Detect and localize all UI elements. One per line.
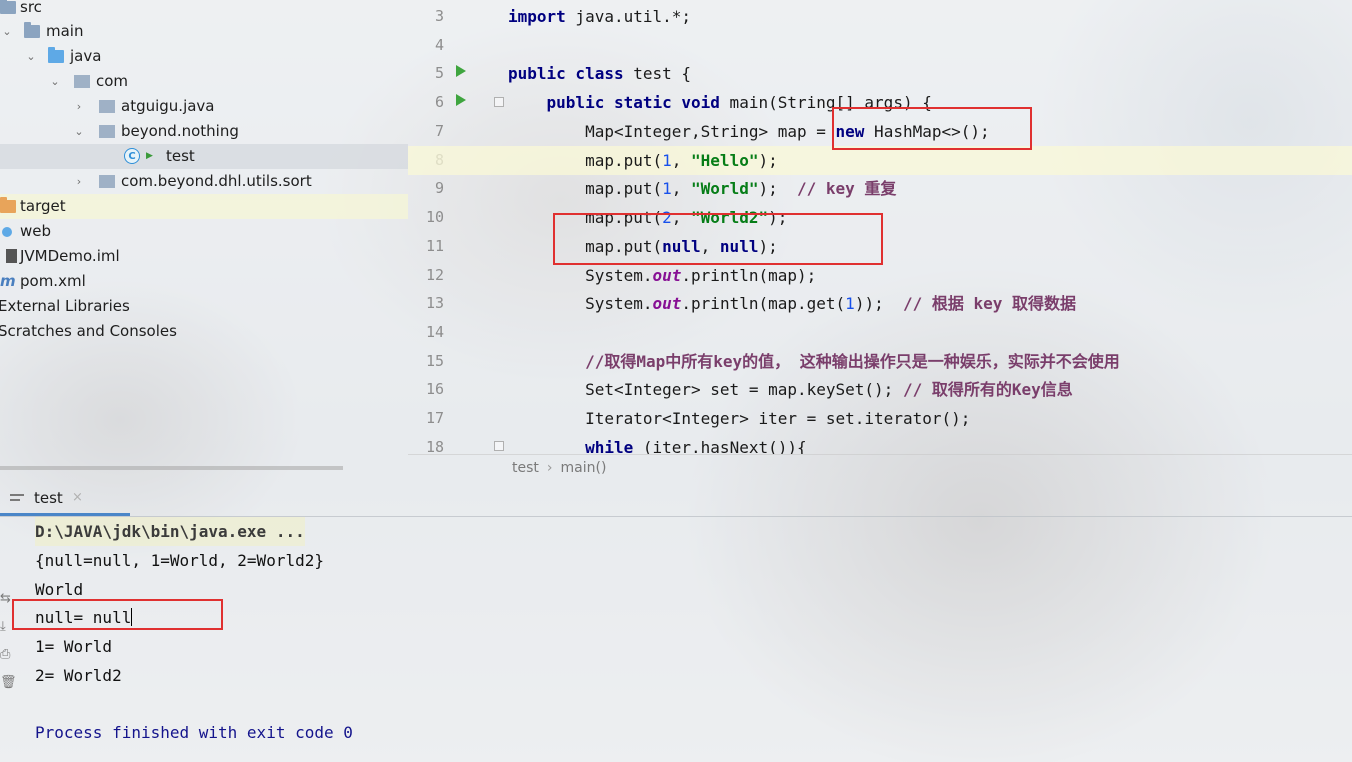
code-line-15[interactable]: //取得Map中所有key的值， 这种输出操作只是一种娱乐，实际并不会使用: [508, 347, 1352, 376]
tree-item-web[interactable]: web: [0, 219, 408, 244]
soft-wrap-icon[interactable]: ⇆: [0, 592, 12, 606]
project-tree-horizontal-scrollbar[interactable]: [0, 466, 343, 470]
code-line-13[interactable]: System.out.println(map.get(1)); // 根据 ke…: [508, 289, 1352, 318]
run-class-gutter-icon[interactable]: [456, 65, 466, 77]
console-command-line[interactable]: D:\JAVA\jdk\bin\java.exe ...: [35, 517, 305, 546]
annotation-box-null-output: [12, 599, 223, 630]
line-number: 3: [434, 7, 444, 25]
annotation-box-null-put: [553, 213, 883, 265]
breadcrumb: test › main(): [408, 454, 1352, 480]
line-number: 6: [434, 93, 444, 112]
tree-item-src[interactable]: src: [0, 0, 408, 20]
package-icon: [99, 125, 115, 138]
code-line-3[interactable]: import java.util.*;: [508, 2, 1352, 31]
tab-run-test[interactable]: test ×: [0, 480, 130, 516]
tree-item-main[interactable]: ⌄ main: [0, 19, 408, 44]
maven-icon: m: [0, 272, 16, 290]
tree-item-utils-sort[interactable]: › com.beyond.dhl.utils.sort: [0, 169, 408, 194]
web-folder-icon: [2, 227, 12, 237]
chevron-right-icon[interactable]: ›: [72, 169, 86, 194]
tab-label: test: [34, 489, 63, 507]
tree-item-beyond-nothing[interactable]: ⌄ beyond.nothing: [0, 119, 408, 144]
line-number: 16: [425, 380, 444, 399]
annotation-box-hashmap: [832, 107, 1032, 150]
line-number: 14: [425, 323, 444, 342]
run-main-gutter-icon[interactable]: [456, 94, 466, 106]
fold-marker-icon[interactable]: [494, 441, 504, 451]
code-line-16[interactable]: Set<Integer> set = map.keySet(); // 取得所有…: [508, 375, 1352, 404]
tree-item-java[interactable]: ⌄ java: [0, 44, 408, 69]
line-number: 12: [425, 265, 444, 284]
tree-item-atguigu-java[interactable]: › atguigu.java: [0, 94, 408, 119]
code-line-9[interactable]: map.put(1, "World"); // key 重复: [508, 174, 1352, 203]
code-line-17[interactable]: Iterator<Integer> iter = set.iterator();: [508, 404, 1352, 433]
fold-marker-icon[interactable]: [494, 97, 504, 107]
scroll-to-end-icon[interactable]: ⤓: [0, 620, 12, 634]
line-number: 10: [425, 208, 444, 227]
line-number: 15: [425, 351, 444, 370]
console-exit-line: Process finished with exit code 0: [35, 723, 353, 742]
tree-item-jvmdemo-iml[interactable]: JVMDemo.iml: [0, 244, 408, 269]
breadcrumb-class[interactable]: test: [512, 460, 539, 476]
runnable-class-icon: ▶: [146, 151, 153, 161]
run-tab-bar: test ×: [0, 480, 1352, 517]
clear-all-icon[interactable]: 🗑: [0, 676, 17, 690]
chevron-right-icon[interactable]: ›: [72, 94, 86, 119]
chevron-down-icon[interactable]: ⌄: [24, 44, 38, 69]
folder-icon: [0, 0, 16, 14]
tree-item-target[interactable]: target: [0, 194, 408, 219]
package-icon: [99, 175, 115, 188]
line-number: 7: [434, 121, 444, 140]
tree-item-test[interactable]: C ▶ test: [0, 144, 408, 169]
print-icon[interactable]: ⎙: [0, 648, 12, 662]
tree-item-scratches[interactable]: Scratches and Consoles: [0, 319, 408, 344]
breadcrumb-separator-icon: ›: [546, 460, 553, 476]
code-line-14[interactable]: [508, 318, 1352, 347]
code-line-4[interactable]: [508, 31, 1352, 60]
line-number: 11: [425, 236, 444, 255]
chevron-down-icon[interactable]: ⌄: [72, 119, 86, 144]
line-number: 4: [434, 35, 444, 54]
line-number: 5: [434, 64, 444, 83]
run-config-icon: [10, 492, 24, 503]
excluded-folder-icon: [0, 197, 16, 213]
line-number: 9: [434, 179, 444, 198]
package-icon: [99, 100, 115, 113]
source-folder-icon: [48, 47, 64, 63]
iml-file-icon: [6, 249, 17, 263]
code-line-18[interactable]: while (iter.hasNext()){: [508, 433, 1352, 454]
code-line-5[interactable]: public class test {: [508, 59, 1352, 88]
tree-item-external-libraries[interactable]: External Libraries: [0, 294, 408, 319]
chevron-down-icon[interactable]: ⌄: [48, 69, 62, 94]
breadcrumb-method[interactable]: main(): [561, 460, 607, 476]
line-number: 13: [425, 294, 444, 313]
folder-icon: [24, 22, 40, 38]
console-line: {null=null, 1=World, 2=World2}: [35, 551, 324, 570]
package-icon: [74, 75, 90, 88]
tree-item-com[interactable]: ⌄ com: [0, 69, 408, 94]
java-class-icon: C: [124, 148, 140, 164]
console-output[interactable]: D:\JAVA\jdk\bin\java.exe ... {null=null,…: [35, 516, 1352, 762]
console-line: 2= World2: [35, 666, 122, 685]
console-line: 1= World: [35, 637, 113, 656]
chevron-down-icon[interactable]: ⌄: [0, 19, 14, 44]
line-number: 17: [425, 409, 444, 428]
close-icon[interactable]: ×: [72, 480, 83, 516]
tree-item-pom-xml[interactable]: m pom.xml: [0, 269, 408, 294]
project-tree-panel: src ⌄ main ⌄ java ⌄ com › atguigu.java ⌄…: [0, 0, 408, 466]
